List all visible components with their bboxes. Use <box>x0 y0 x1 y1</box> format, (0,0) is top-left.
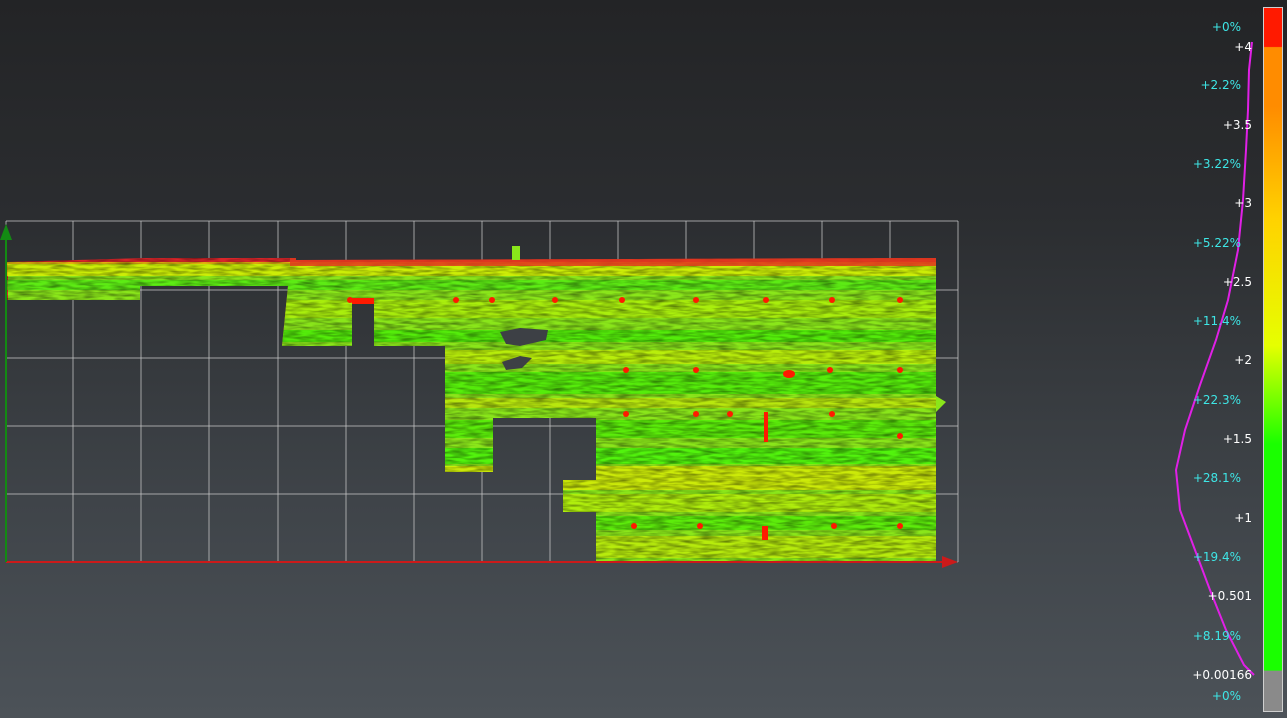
value-label: +2 <box>1234 353 1252 367</box>
cloud-texture <box>6 258 936 562</box>
percent-label: +22.3% <box>1192 393 1241 407</box>
percent-label: +3.22% <box>1192 157 1241 171</box>
red-dot <box>897 297 903 303</box>
red-spot <box>512 246 520 260</box>
red-dot <box>831 523 837 529</box>
red-dot <box>631 523 637 529</box>
red-spot <box>783 370 795 378</box>
value-label: +1 <box>1234 511 1252 525</box>
red-dot <box>347 297 353 303</box>
percent-label: +0% <box>1211 689 1241 703</box>
percent-label: +28.1% <box>1192 471 1241 485</box>
percent-label: +5.22% <box>1192 236 1241 250</box>
value-label: +0.501 <box>1207 589 1252 603</box>
3d-viewport[interactable]: +0% +4 +2.2% +3.5 +3.22% +3 +5.22% +2.5 … <box>0 0 1287 718</box>
red-spot <box>764 412 768 442</box>
point-cloud <box>6 246 946 562</box>
red-dot <box>693 411 699 417</box>
top-edge-band <box>290 258 936 266</box>
red-dot <box>489 297 495 303</box>
red-spot <box>762 526 768 540</box>
red-dot <box>623 367 629 373</box>
red-dot <box>829 411 835 417</box>
value-label: +4 <box>1234 40 1252 54</box>
value-label: +3.5 <box>1222 118 1252 132</box>
point-cloud-scene[interactable] <box>0 0 1287 718</box>
red-dot <box>693 367 699 373</box>
red-dot <box>693 297 699 303</box>
red-dot <box>897 523 903 529</box>
red-dot <box>827 367 833 373</box>
color-scale-bar <box>1263 7 1283 712</box>
percent-label: +0% <box>1211 20 1241 34</box>
edge-notch <box>936 396 946 412</box>
percent-label: +19.4% <box>1192 550 1241 564</box>
red-dot <box>897 367 903 373</box>
value-label: +0.00166 <box>1192 668 1252 682</box>
red-dot <box>453 297 459 303</box>
red-dot <box>829 297 835 303</box>
red-dot <box>897 433 903 439</box>
value-label: +1.5 <box>1222 432 1252 446</box>
red-dot <box>763 297 769 303</box>
y-axis-arrow-icon <box>0 224 12 240</box>
red-dot <box>697 523 703 529</box>
percent-label: +8.19% <box>1192 629 1241 643</box>
percent-label: +11.4% <box>1192 314 1241 328</box>
red-dot <box>552 297 558 303</box>
value-label: +3 <box>1234 196 1252 210</box>
red-dot <box>623 411 629 417</box>
red-dot <box>619 297 625 303</box>
red-spot <box>352 298 374 304</box>
x-axis-arrow-icon <box>942 556 958 568</box>
red-dot <box>727 411 733 417</box>
value-label: +2.5 <box>1222 275 1252 289</box>
percent-label: +2.2% <box>1200 78 1241 92</box>
